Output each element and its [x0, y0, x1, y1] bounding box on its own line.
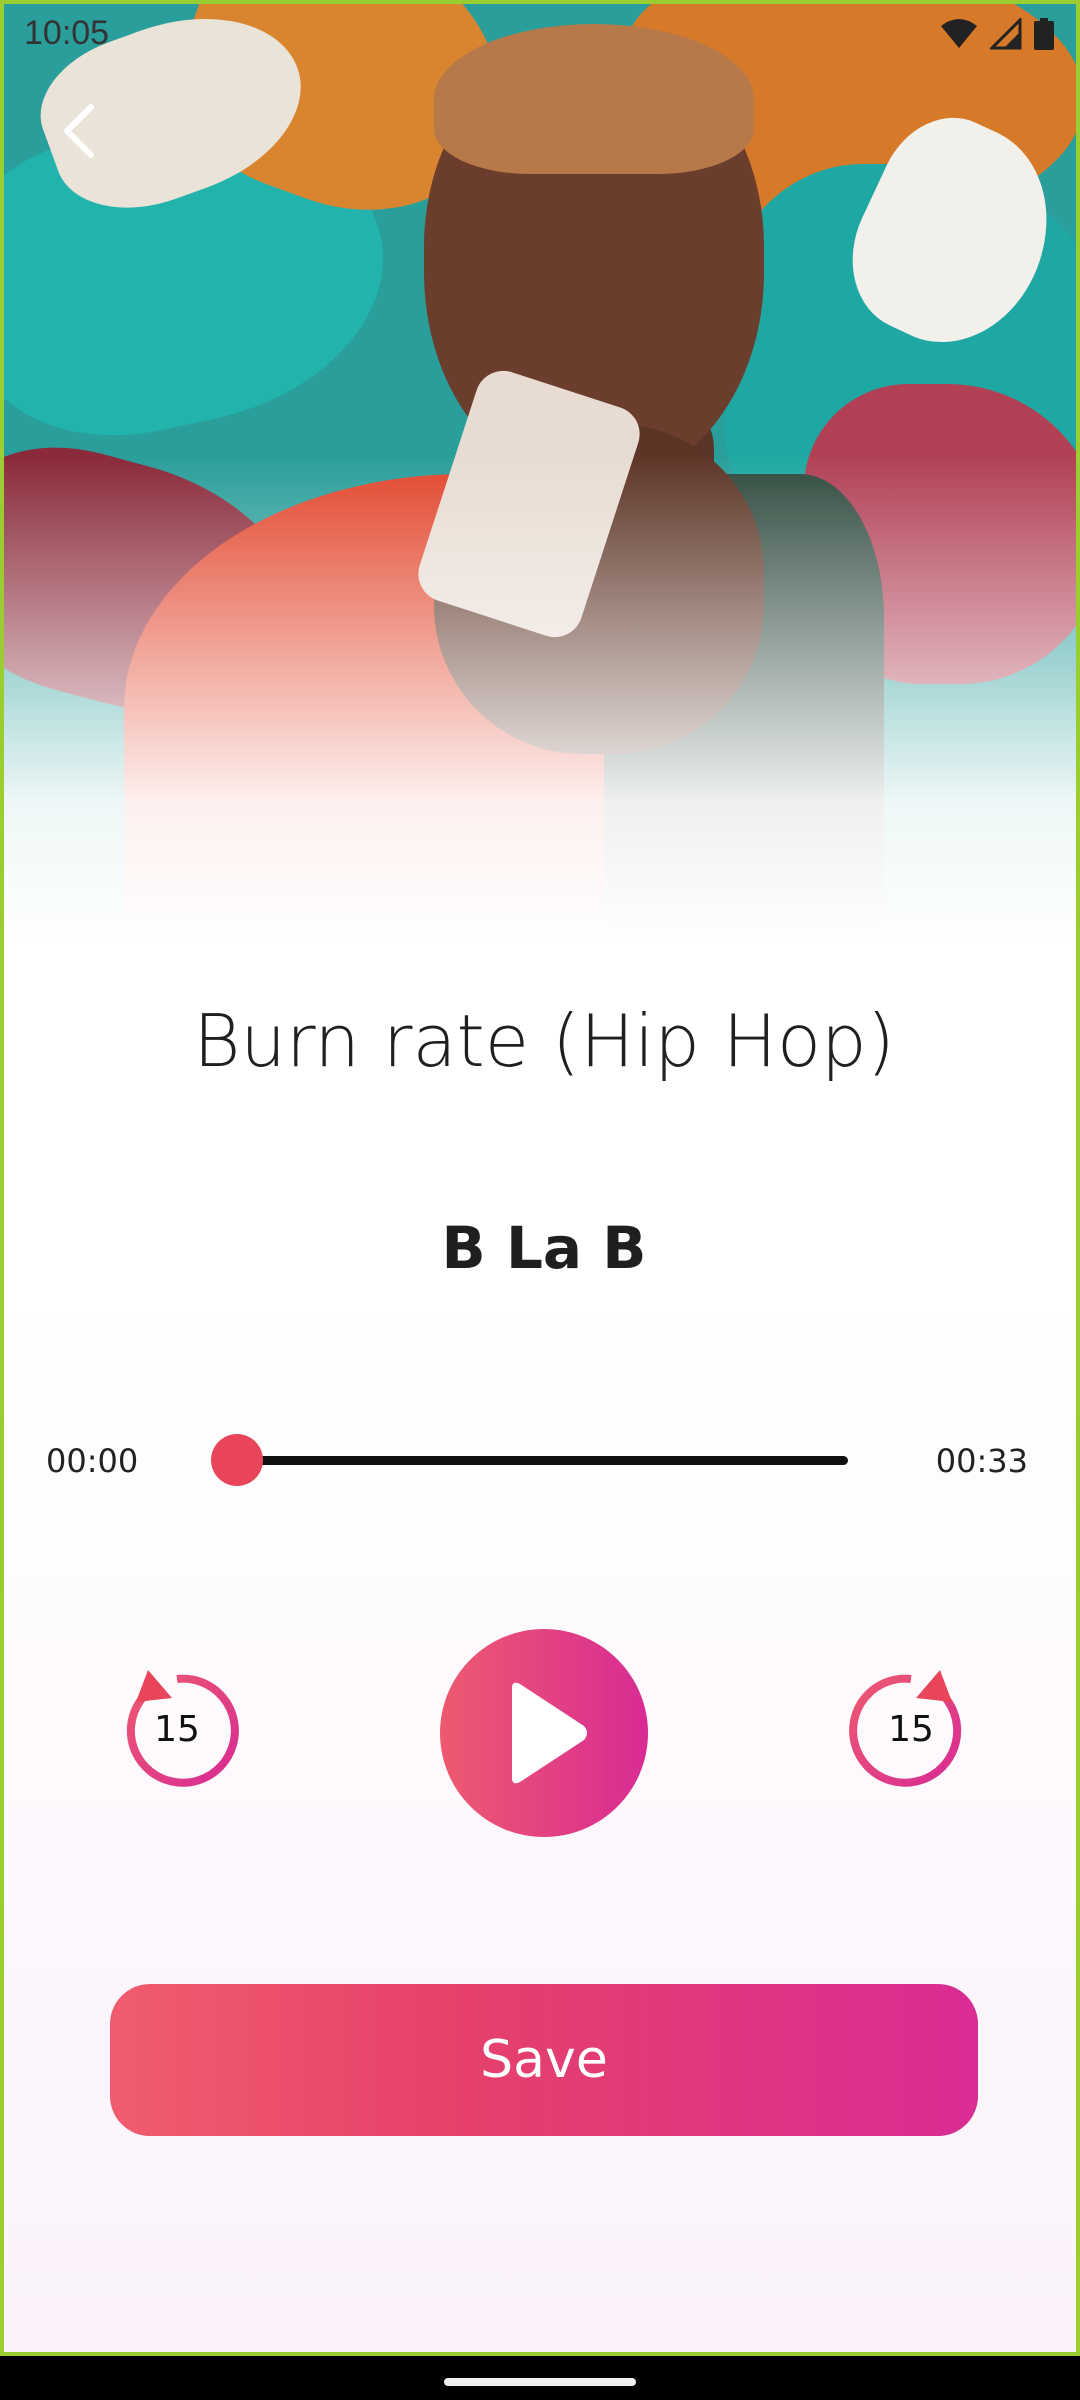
- current-time: 00:00: [46, 1442, 139, 1480]
- play-button[interactable]: [440, 1629, 648, 1837]
- player-screen: 10:05 Burn rate (Hip Hop) B La B 00:00 0…: [0, 0, 1080, 2356]
- seek-track[interactable]: [236, 1456, 848, 1465]
- forward-15-button[interactable]: 15: [846, 1664, 976, 1794]
- duration-time: 00:33: [935, 1442, 1028, 1480]
- wifi-icon: [941, 19, 977, 48]
- status-icons: [940, 18, 1054, 50]
- play-icon: [512, 1682, 587, 1784]
- battery-icon: [1034, 18, 1054, 50]
- chevron-left-icon: [64, 104, 94, 158]
- save-button[interactable]: Save: [110, 1984, 978, 2136]
- status-time: 10:05: [24, 14, 110, 52]
- status-bar: 10:05: [4, 4, 1076, 64]
- artist-name: B La B: [441, 1214, 647, 1282]
- rewind-15-button[interactable]: 15: [112, 1664, 242, 1794]
- back-button[interactable]: [44, 96, 114, 166]
- forward-seconds: 15: [888, 1708, 934, 1750]
- track-title: Burn rate (Hip Hop): [193, 999, 895, 1083]
- seek-thumb[interactable]: [211, 1434, 263, 1486]
- rewind-seconds: 15: [154, 1708, 200, 1750]
- album-artwork: [4, 4, 1076, 944]
- signal-icon: [990, 18, 1022, 50]
- home-gesture-handle[interactable]: [444, 2378, 636, 2386]
